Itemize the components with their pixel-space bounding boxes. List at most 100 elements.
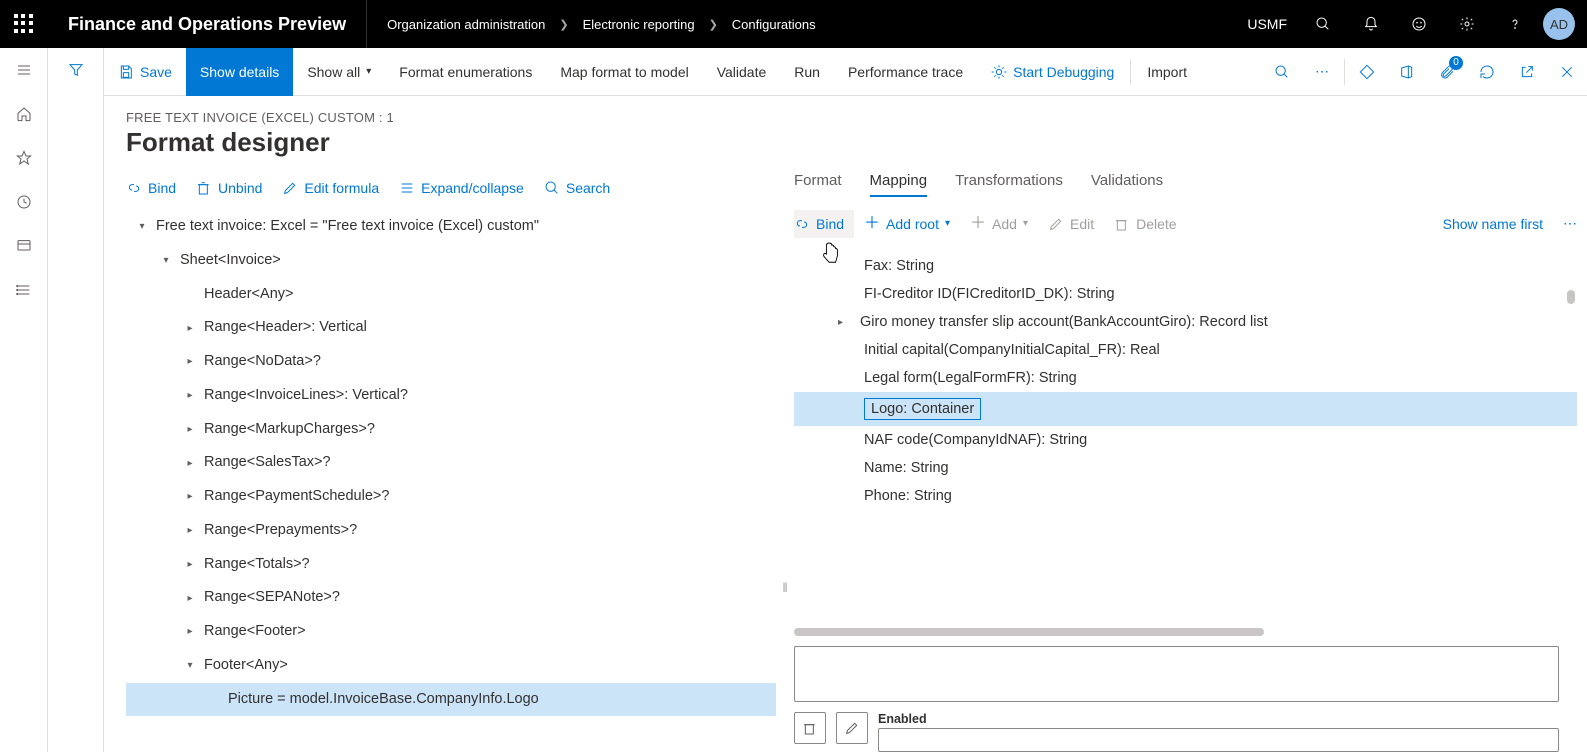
edit-formula-icon[interactable]: [836, 712, 868, 744]
favorites-icon[interactable]: [14, 148, 34, 168]
tree-row[interactable]: ▸Range<InvoiceLines>: Vertical?: [126, 379, 776, 413]
show-name-first-button[interactable]: Show name first: [1443, 216, 1543, 232]
tree-row[interactable]: ▾Free text invoice: Excel = "Free text i…: [126, 210, 776, 244]
enabled-input[interactable]: [878, 728, 1559, 752]
format-tree[interactable]: ▾Free text invoice: Excel = "Free text i…: [126, 210, 776, 752]
caret-right-icon[interactable]: ▸: [184, 422, 196, 437]
caret-down-icon[interactable]: ▾: [136, 219, 148, 234]
tree-row[interactable]: ▾Sheet<Invoice>: [126, 244, 776, 278]
tree-row[interactable]: ▸Range<Prepayments>?: [126, 514, 776, 548]
performance-trace-button[interactable]: Performance trace: [834, 48, 977, 96]
caret-right-icon[interactable]: ▸: [184, 624, 196, 639]
caret-down-icon[interactable]: ▾: [184, 658, 196, 673]
tab-mapping[interactable]: Mapping: [870, 172, 928, 197]
splitter-handle[interactable]: ‖: [776, 172, 794, 752]
edit-formula-button[interactable]: Edit formula: [282, 180, 379, 196]
caret-right-icon[interactable]: ▸: [184, 523, 196, 538]
caret-right-icon[interactable]: ▸: [838, 317, 850, 328]
format-enumerations-button[interactable]: Format enumerations: [385, 48, 546, 96]
filter-icon[interactable]: [68, 62, 84, 752]
attach-icon[interactable]: 0: [1427, 48, 1467, 96]
mapping-row[interactable]: Fax: String: [794, 252, 1577, 280]
tree-row[interactable]: Header<Any>: [126, 278, 776, 312]
tree-row[interactable]: ▸Range<NoData>?: [126, 345, 776, 379]
caret-right-icon[interactable]: ▸: [184, 456, 196, 471]
workspaces-icon[interactable]: [14, 236, 34, 256]
run-button[interactable]: Run: [780, 48, 834, 96]
mapping-row[interactable]: Initial capital(CompanyInitialCapital_FR…: [794, 336, 1577, 364]
left-toolbar: Bind Unbind Edit formula Expand/collapse: [126, 172, 776, 210]
office-icon[interactable]: [1387, 48, 1427, 96]
plus-icon: ＋: [864, 216, 880, 232]
tree-row[interactable]: ▸Range<PaymentSchedule>?: [126, 480, 776, 514]
mapping-bind-button[interactable]: Bind: [794, 210, 854, 238]
feedback-icon[interactable]: [1395, 0, 1443, 48]
caret-right-icon[interactable]: ▸: [184, 489, 196, 504]
search-button[interactable]: Search: [544, 180, 610, 196]
save-button[interactable]: Save: [104, 48, 186, 96]
scrollbar-thumb[interactable]: [1567, 290, 1575, 304]
tree-row[interactable]: ▸Range<SalesTax>?: [126, 446, 776, 480]
close-icon[interactable]: [1547, 48, 1587, 96]
start-debugging-button[interactable]: Start Debugging: [977, 48, 1128, 96]
notifications-icon[interactable]: [1347, 0, 1395, 48]
more-icon[interactable]: ⋯: [1302, 48, 1342, 96]
caret-right-icon[interactable]: ▸: [184, 557, 196, 572]
import-button[interactable]: Import: [1133, 48, 1201, 96]
refresh-icon[interactable]: [1467, 48, 1507, 96]
bind-button[interactable]: Bind: [126, 180, 176, 196]
modules-icon[interactable]: [14, 280, 34, 300]
add-root-button[interactable]: ＋ Add root ▾: [864, 216, 950, 232]
popout-icon[interactable]: [1507, 48, 1547, 96]
tree-row[interactable]: ▸Range<SEPANote>?: [126, 581, 776, 615]
tree-row[interactable]: ▸Range<MarkupCharges>?: [126, 413, 776, 447]
caret-right-icon[interactable]: ▸: [184, 388, 196, 403]
app-launcher-button[interactable]: [0, 0, 48, 48]
tab-format[interactable]: Format: [794, 172, 842, 197]
tree-row[interactable]: Picture = model.InvoiceBase.CompanyInfo.…: [126, 683, 776, 717]
tree-row[interactable]: ▸Range<Footer>: [126, 615, 776, 649]
chevron-right-icon: ❯: [559, 18, 568, 31]
mapping-row[interactable]: NAF code(CompanyIdNAF): String: [794, 426, 1577, 454]
recent-icon[interactable]: [14, 192, 34, 212]
mapping-label: Giro money transfer slip account(BankAcc…: [860, 314, 1268, 330]
toolbar-search-icon[interactable]: [1262, 48, 1302, 96]
mapping-row[interactable]: Legal form(LegalFormFR): String: [794, 364, 1577, 392]
validate-button[interactable]: Validate: [703, 48, 781, 96]
caret-right-icon[interactable]: ▸: [184, 321, 196, 336]
horizontal-scrollbar[interactable]: [794, 628, 1577, 638]
home-icon[interactable]: [14, 104, 34, 124]
mapping-row[interactable]: FI-Creditor ID(FICreditorID_DK): String: [794, 280, 1577, 308]
mapping-row[interactable]: Logo: Container: [794, 392, 1577, 426]
user-avatar[interactable]: AD: [1543, 8, 1575, 40]
mapping-row[interactable]: Phone: String: [794, 482, 1577, 510]
breadcrumb-item[interactable]: Organization administration: [387, 17, 545, 32]
tab-transformations[interactable]: Transformations: [955, 172, 1063, 197]
tree-row[interactable]: ▸Range<Header>: Vertical: [126, 311, 776, 345]
expand-collapse-button[interactable]: Expand/collapse: [399, 180, 524, 196]
show-all-button[interactable]: Show all ▾: [293, 48, 385, 96]
mapping-row[interactable]: Name: String: [794, 454, 1577, 482]
breadcrumb-item[interactable]: Electronic reporting: [583, 17, 695, 32]
help-icon[interactable]: [1491, 0, 1539, 48]
hamburger-icon[interactable]: [14, 60, 34, 80]
caret-down-icon[interactable]: ▾: [160, 253, 172, 268]
unbind-button[interactable]: Unbind: [196, 180, 262, 196]
mapping-list[interactable]: Fax: StringFI-Creditor ID(FICreditorID_D…: [794, 252, 1577, 624]
settings-icon[interactable]: [1443, 0, 1491, 48]
tab-validations[interactable]: Validations: [1091, 172, 1163, 197]
mapping-row[interactable]: ▸ Giro money transfer slip account(BankAc…: [794, 308, 1577, 336]
show-details-button[interactable]: Show details: [186, 48, 293, 96]
caret-right-icon[interactable]: ▸: [184, 354, 196, 369]
search-icon[interactable]: [1299, 0, 1347, 48]
caret-right-icon[interactable]: ▸: [184, 591, 196, 606]
mapping-more-icon[interactable]: ⋯: [1563, 215, 1577, 232]
map-format-button[interactable]: Map format to model: [546, 48, 702, 96]
tree-row[interactable]: ▸Range<Totals>?: [126, 548, 776, 582]
breadcrumb-item[interactable]: Configurations: [732, 17, 816, 32]
formula-input[interactable]: [794, 646, 1559, 702]
delete-formula-icon[interactable]: [794, 712, 826, 744]
tree-row[interactable]: ▾Footer<Any>: [126, 649, 776, 683]
diamond-icon[interactable]: [1347, 48, 1387, 96]
company-label[interactable]: USMF: [1235, 16, 1299, 32]
